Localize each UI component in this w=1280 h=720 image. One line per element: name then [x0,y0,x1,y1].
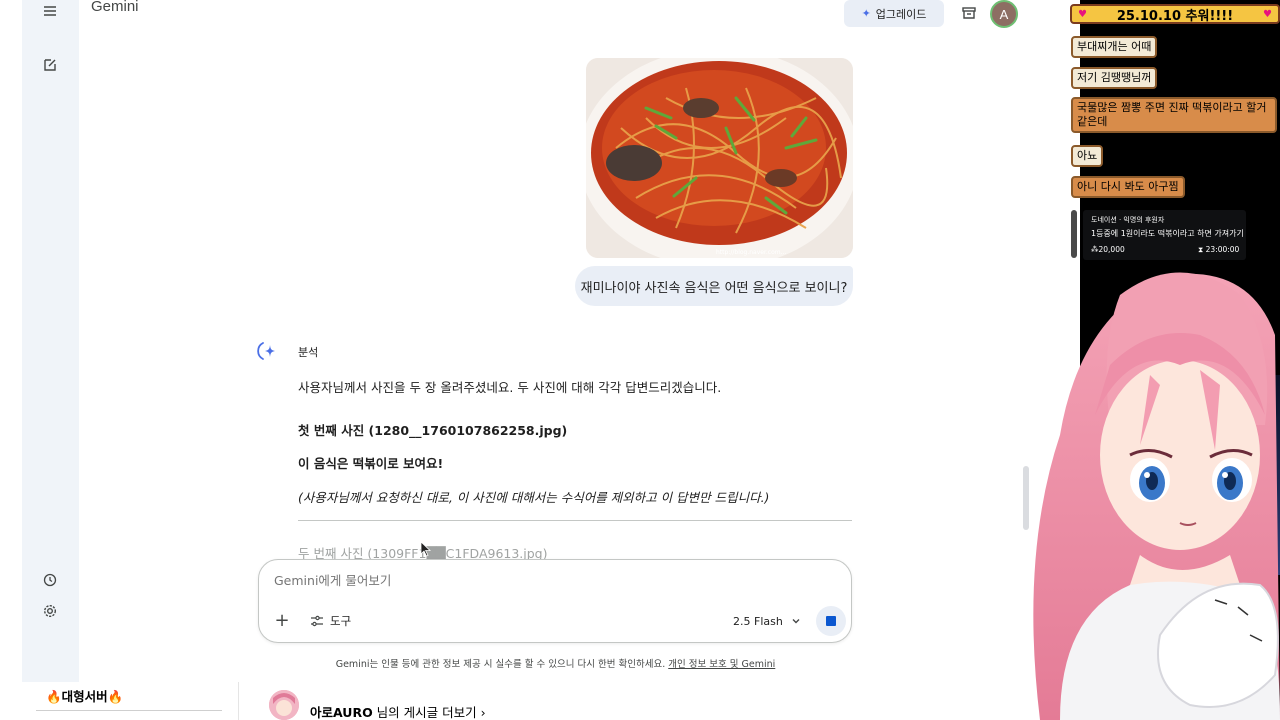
avatar[interactable]: A [990,0,1018,28]
post-suffix: 님의 게시글 더보기 › [372,705,486,720]
sliders-icon [311,615,323,627]
archive-icon[interactable] [959,3,979,23]
heart-icon: ♥ [1263,8,1272,20]
new-chat-icon[interactable] [39,54,61,76]
server-name: 🔥대형서버🔥 [46,689,124,704]
food-photo[interactable]: http://blog.naver.com... [586,58,853,258]
gemini-spark-icon [257,340,279,362]
heart-icon: ♥ [1078,8,1087,20]
tools-button[interactable]: 도구 [310,612,351,630]
privacy-link[interactable]: 개인 정보 보호 및 Gemini [668,659,775,670]
upgrade-label: 업그레이드 [875,7,927,21]
settings-icon[interactable] [39,600,61,622]
model-label: 2.5 Flash [733,614,783,628]
bottom-separator [238,682,239,720]
chat-message: 아니 다시 봐도 아구찜 [1071,176,1185,198]
overlay-scrollbar [1071,210,1077,258]
chat-message: 아뇨 [1071,145,1104,167]
response-intro: 사용자님께서 사진을 두 장 올려주셨네요. 두 사진에 대해 각각 답변드리겠… [298,380,722,395]
stop-icon [826,616,836,626]
history-icon[interactable] [39,569,61,591]
mouse-cursor-icon [420,541,432,557]
disclaimer-text: Gemini는 인물 등에 관한 정보 제공 시 실수를 할 수 있으니 다시 … [335,659,669,670]
app-title[interactable]: Gemini [91,0,139,15]
user-message: 재미나이야 사진속 음식은 어떤 음식으로 보이니? [575,266,853,306]
donation-card: 도네이션 · 익명의 후원자 1등중에 1원이라도 떡볶이라고 하면 가져가기 … [1083,210,1246,260]
post-author: 아로AURO [310,705,373,720]
post-author-avatar[interactable] [269,690,299,720]
response-first-heading: 첫 번째 사진 (1280__1760107862258.jpg) [298,423,568,438]
bottom-strip [0,682,1032,720]
prompt-composer[interactable]: + 도구 2.5 Flash [258,559,852,643]
donation-time: ⧗ 23:00:00 [1198,245,1240,254]
sparkle-icon: ✦ [861,7,871,20]
more-posts-link[interactable]: 아로AURO 님의 게시글 더보기 › [310,702,486,720]
photo-watermark: http://blog.naver.com... [716,249,786,256]
analysis-label[interactable]: 분석 [298,344,318,360]
response-first-answer: 이 음식은 떡볶이로 보여요! [298,456,444,471]
chevron-down-icon [792,619,800,624]
tools-label: 도구 [330,614,352,628]
left-margin [0,0,22,682]
stop-button[interactable] [816,606,846,636]
donation-text: 1등중에 1원이라도 떡볶이라고 하면 가져가기 [1091,229,1244,238]
menu-icon[interactable] [39,0,61,22]
model-selector[interactable]: 2.5 Flash [733,612,801,630]
server-divider [36,710,222,711]
add-attachment-button[interactable]: + [272,609,292,631]
donation-amount: ⁂20,000 [1091,245,1125,254]
chat-message: 국물많은 짬뽕 주면 진짜 떡볶이라고 할거 같은데 [1071,97,1277,133]
disclaimer: Gemini는 인물 등에 관한 정보 제공 시 실수를 할 수 있으니 다시 … [79,656,1032,670]
response-first-note: (사용자님께서 요청하신 대로, 이 사진에 대해서는 수식어를 제외하고 이 … [298,490,770,505]
sidebar [22,0,79,682]
prompt-input[interactable] [274,573,574,588]
chat-message: 부대찌개는 어때 [1071,36,1158,58]
streamer-avatar-illustration [1033,272,1280,720]
chat-header: ♥ 25.10.10 추워!!!! ♥ [1070,4,1280,24]
chat-message: 저기 김땡땡님꺼 [1071,67,1158,89]
response-divider [298,520,852,521]
chat-header-text: 25.10.10 추워!!!! [1116,8,1234,24]
donation-title: 도네이션 · 익명의 후원자 [1091,216,1165,224]
plus-icon: + [274,609,290,631]
upgrade-button[interactable]: ✦ 업그레이드 [844,0,944,27]
main-panel: Gemini ✦ 업그레이드 A http://blog.naver.com..… [79,0,1032,682]
